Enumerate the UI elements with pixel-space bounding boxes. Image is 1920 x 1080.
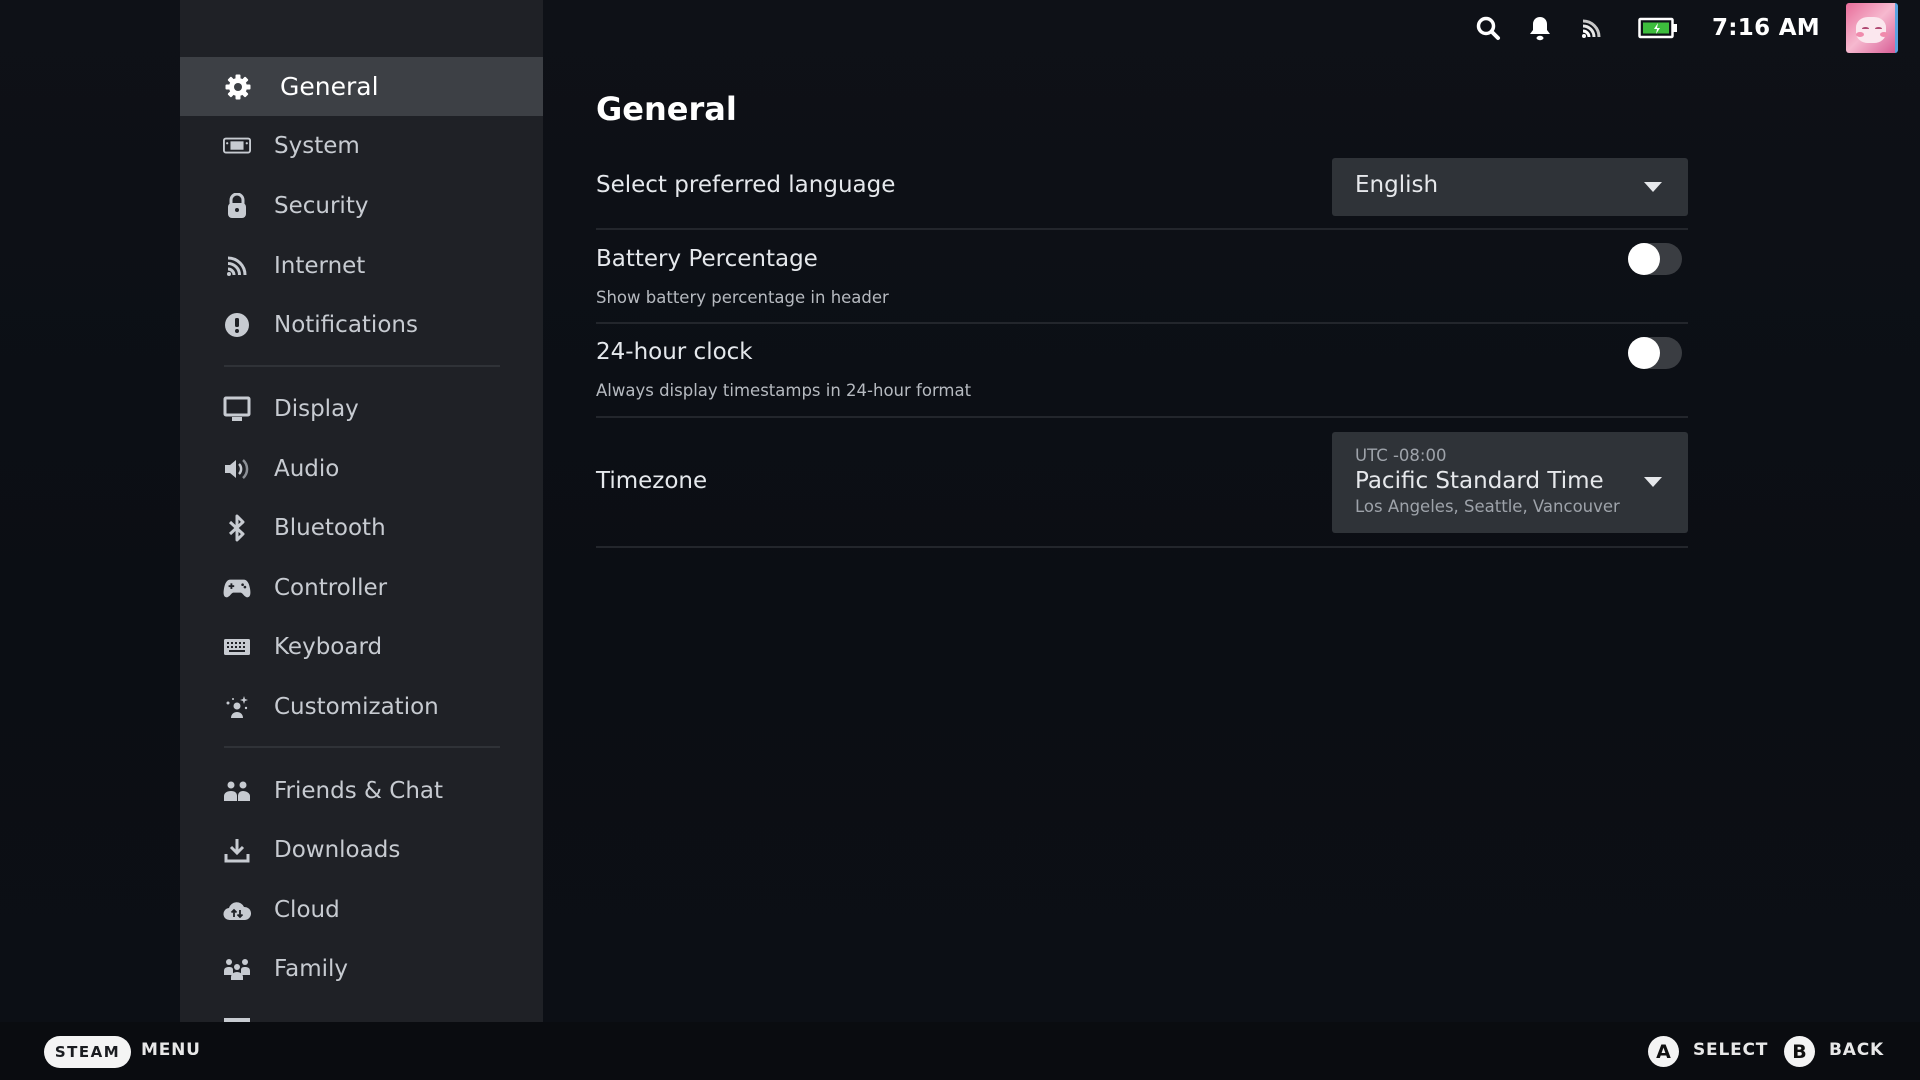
toggle-knob (1628, 243, 1660, 275)
bluetooth-icon (223, 514, 251, 542)
alert-circle-icon (223, 311, 251, 339)
chevron-down-icon (1644, 182, 1662, 192)
timezone-name: Pacific Standard Time (1355, 468, 1604, 494)
b-button-icon[interactable]: B (1784, 1036, 1815, 1067)
gamepad-icon (223, 574, 251, 602)
timezone-dropdown[interactable]: UTC -08:00 Pacific Standard Time Los Ang… (1332, 432, 1688, 533)
speaker-icon (223, 455, 251, 483)
sidebar-item-label: Family (274, 955, 349, 982)
monitor-icon (223, 395, 251, 423)
sidebar-item-audio[interactable]: Audio (180, 439, 543, 498)
gear-icon (224, 73, 252, 101)
timezone-offset: UTC -08:00 (1355, 446, 1447, 465)
sidebar-item-family[interactable]: Family (180, 939, 543, 998)
sidebar-item-label: Controller (274, 574, 388, 601)
sidebar-item-label: Audio (274, 455, 340, 482)
sidebar-item-label: Customization (274, 693, 439, 720)
sidebar-item-bluetooth[interactable]: Bluetooth (180, 498, 543, 557)
sidebar-item-customization[interactable]: Customization (180, 677, 543, 736)
clock-24h-toggle[interactable] (1628, 337, 1682, 369)
sidebar-item-system[interactable]: System (180, 116, 543, 175)
sidebar-item-label: Downloads (274, 836, 401, 863)
lock-icon (223, 192, 251, 220)
sidebar-item-notifications[interactable]: Notifications (180, 295, 543, 354)
steam-button[interactable]: STEAM (44, 1036, 131, 1068)
row-divider (596, 416, 1688, 418)
clock-24h-label: 24-hour clock (596, 339, 753, 365)
row-divider (596, 322, 1688, 324)
battery-percentage-toggle[interactable] (1628, 243, 1682, 275)
select-label[interactable]: SELECT (1693, 1040, 1768, 1060)
sidebar-item-label: Bluetooth (274, 514, 386, 541)
sparkle-person-icon (223, 693, 251, 721)
language-dropdown[interactable]: English (1332, 158, 1688, 216)
battery-percentage-description: Show battery percentage in header (596, 288, 889, 307)
avatar-face (1856, 17, 1886, 43)
sidebar-item-cloud[interactable]: Cloud (180, 880, 543, 939)
wifi-icon[interactable] (1578, 14, 1606, 42)
sidebar-item-label: Security (274, 192, 369, 219)
sidebar-item-keyboard[interactable]: Keyboard (180, 617, 543, 676)
toggle-knob (1628, 337, 1660, 369)
timezone-cities: Los Angeles, Seattle, Vancouver (1355, 497, 1620, 516)
download-icon (223, 836, 251, 864)
family-icon (223, 955, 251, 983)
sidebar-item-label: System (274, 132, 360, 159)
row-divider (596, 546, 1688, 548)
sidebar-item-label: Cloud (274, 896, 340, 923)
keyboard-icon (223, 633, 251, 661)
language-label: Select preferred language (596, 172, 896, 198)
bell-icon[interactable] (1526, 14, 1554, 42)
avatar[interactable] (1846, 3, 1898, 53)
sidebar-item-label: Notifications (274, 311, 418, 338)
sidebar-item-label: Internet (274, 252, 366, 279)
sidebar-item-general[interactable]: General (180, 57, 543, 116)
search-icon[interactable] (1474, 14, 1502, 42)
sidebar-divider (224, 365, 500, 367)
battery-percentage-label: Battery Percentage (596, 246, 818, 272)
sidebar-item-label: Keyboard (274, 633, 383, 660)
sidebar-item-security[interactable]: Security (180, 176, 543, 235)
sidebar-item-friends-chat[interactable]: Friends & Chat (180, 761, 543, 820)
a-button-icon[interactable]: A (1648, 1036, 1679, 1067)
back-label[interactable]: BACK (1829, 1040, 1884, 1060)
sidebar-item-internet[interactable]: Internet (180, 236, 543, 295)
sidebar-item-downloads[interactable]: Downloads (180, 820, 543, 879)
clock: 7:16 AM (1711, 15, 1820, 41)
sidebar-item-label: Display (274, 395, 359, 422)
sidebar-item-label: Friends & Chat (274, 777, 444, 804)
row-divider (596, 228, 1688, 230)
menu-label[interactable]: MENU (141, 1040, 201, 1060)
sidebar-divider (224, 746, 500, 748)
sidebar-item-controller[interactable]: Controller (180, 558, 543, 617)
cloud-sync-icon (223, 896, 251, 924)
page-title: General (596, 90, 737, 128)
footer-bar: STEAM MENU A SELECT B BACK (0, 1022, 1920, 1080)
clock-24h-description: Always display timestamps in 24-hour for… (596, 381, 972, 400)
handheld-device-icon (223, 132, 251, 160)
sidebar: General System Security Internet Notific… (180, 0, 543, 1022)
wifi-icon (223, 252, 251, 280)
top-bar: 7:16 AM (1474, 0, 1920, 56)
battery-charging-icon[interactable] (1638, 14, 1678, 42)
sidebar-item-display[interactable]: Display (180, 379, 543, 438)
sidebar-item-label: General (280, 72, 379, 101)
timezone-label: Timezone (596, 468, 708, 494)
chevron-down-icon (1644, 477, 1662, 487)
language-value: English (1355, 172, 1439, 198)
friends-icon (223, 777, 251, 805)
